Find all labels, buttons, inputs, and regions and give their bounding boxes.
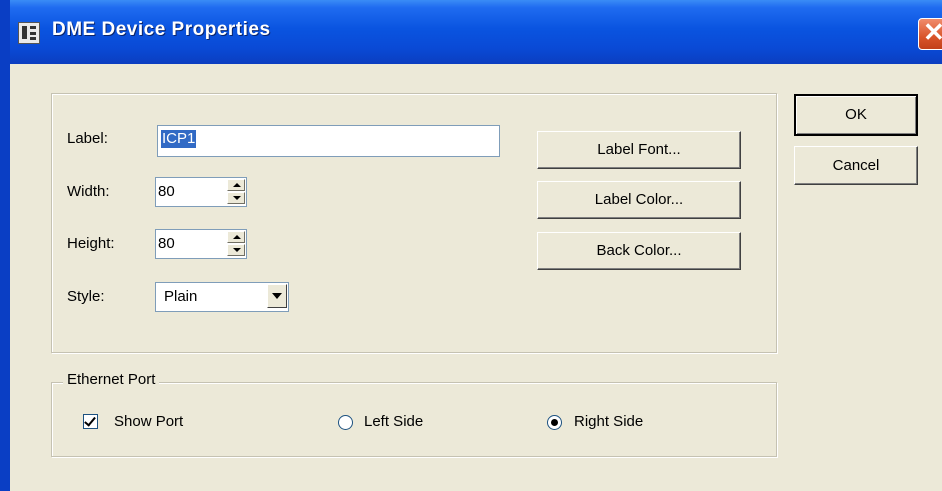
label-input-value: ICP1	[161, 130, 197, 148]
dialog-window: DME Device Properties ✕ Label: ICP1 Widt…	[0, 0, 942, 491]
window-title: DME Device Properties	[52, 19, 271, 40]
label-color-button[interactable]: Label Color...	[537, 181, 741, 219]
ok-button[interactable]: OK	[794, 94, 918, 136]
show-port-label[interactable]: Show Port	[114, 413, 183, 430]
height-up-arrow-icon[interactable]	[227, 231, 245, 243]
height-spinner[interactable]: 80	[155, 229, 247, 259]
close-icon: ✕	[923, 17, 942, 47]
title-bar: DME Device Properties ✕	[0, 0, 942, 64]
width-up-arrow-icon[interactable]	[227, 179, 245, 191]
height-caption: Height:	[67, 235, 115, 252]
width-down-arrow-icon[interactable]	[227, 192, 245, 204]
label-font-button[interactable]: Label Font...	[537, 131, 741, 169]
ethernet-port-title: Ethernet Port	[63, 371, 160, 388]
window-border	[0, 0, 10, 491]
width-spinner[interactable]: 80	[155, 177, 247, 207]
left-side-radio[interactable]	[338, 415, 353, 430]
show-port-checkbox[interactable]	[83, 414, 98, 429]
width-value: 80	[158, 183, 175, 200]
chevron-down-icon[interactable]	[267, 284, 287, 308]
right-side-radio[interactable]	[547, 415, 562, 430]
right-side-label[interactable]: Right Side	[574, 413, 643, 430]
width-caption: Width:	[67, 183, 110, 200]
back-color-button[interactable]: Back Color...	[537, 232, 741, 270]
style-dropdown[interactable]: Plain	[155, 282, 289, 312]
label-caption: Label:	[67, 130, 108, 147]
label-input[interactable]: ICP1	[157, 125, 500, 157]
cancel-button[interactable]: Cancel	[794, 146, 918, 185]
height-down-arrow-icon[interactable]	[227, 244, 245, 256]
dme-device-icon	[18, 22, 40, 44]
style-caption: Style:	[67, 288, 105, 305]
close-button[interactable]: ✕	[918, 17, 942, 50]
height-value: 80	[158, 235, 175, 252]
left-side-label[interactable]: Left Side	[364, 413, 423, 430]
style-value: Plain	[164, 288, 198, 305]
